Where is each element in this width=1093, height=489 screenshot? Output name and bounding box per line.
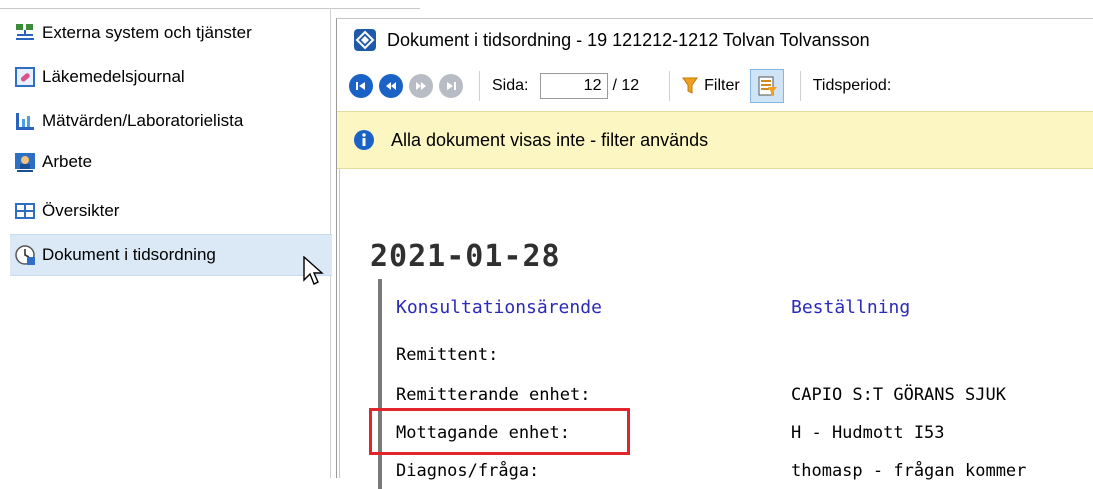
document-type[interactable]: Konsultationsärende [396, 297, 602, 318]
measurements-icon [14, 110, 36, 132]
document-content: 2021-01-28 Konsultationsärende Beställni… [339, 169, 1093, 489]
document-date: 2021-01-28 [370, 239, 561, 274]
page-number-input[interactable] [540, 73, 609, 99]
previous-page-icon[interactable] [379, 74, 403, 98]
divider [479, 71, 480, 101]
field-label: Mottagande enhet: [396, 423, 570, 443]
sidebar: Externa system och tjänster Läkemedelsjo… [0, 0, 420, 478]
next-page-icon[interactable] [409, 74, 433, 98]
work-icon [14, 151, 36, 173]
document-timeline-icon [14, 244, 36, 266]
sidebar-item-label: Läkemedelsjournal [42, 67, 185, 86]
page-total: / 12 [612, 77, 640, 94]
info-message: Alla dokument visas inte - filter använd… [391, 129, 709, 150]
filter-button[interactable]: Filter [682, 77, 740, 95]
sidebar-item-externa-system[interactable]: Externa system och tjänster [14, 18, 252, 48]
info-bar: Alla dokument visas inte - filter använd… [337, 111, 1093, 169]
field-value: thomasp - frågan kommer [791, 461, 1027, 481]
toolbar: Sida: / 12 Filter Tidsperiod: [337, 61, 1093, 111]
field-label: Diagnos/fråga: [396, 461, 540, 481]
document-window: Dokument i tidsordning - 19 121212-1212 … [336, 18, 1093, 489]
app-icon [353, 28, 377, 52]
sidebar-item-label: Mätvärden/Laboratorielista [42, 111, 244, 130]
divider [669, 71, 671, 101]
sidebar-item-label: Dokument i tidsordning [42, 245, 216, 264]
divider [0, 8, 420, 9]
first-page-icon[interactable] [349, 74, 373, 98]
sidebar-item-label: Översikter [42, 201, 120, 220]
field-label: Remittent: [396, 345, 499, 365]
last-page-icon[interactable] [439, 74, 463, 98]
network-icon [14, 22, 36, 44]
field-value: CAPIO S:T GÖRANS SJUK [791, 385, 1006, 405]
document-subtype[interactable]: Beställning [791, 297, 910, 318]
divider [799, 71, 801, 101]
window-title: Dokument i tidsordning - 19 121212-1212 … [387, 29, 870, 50]
sidebar-item-lakemedelsjournal[interactable]: Läkemedelsjournal [14, 62, 185, 92]
field-label: Remitterande enhet: [396, 385, 591, 405]
medication-journal-icon [14, 66, 36, 88]
document-filter-icon [756, 75, 778, 97]
sidebar-item-arbete[interactable]: Arbete [14, 147, 92, 177]
sidebar-item-label: Arbete [42, 152, 93, 171]
sidebar-item-label: Externa system och tjänster [42, 23, 252, 42]
filter-label: Filter [704, 77, 740, 94]
filter-icon [682, 77, 699, 95]
sidebar-item-dokument-i-tidsordning[interactable]: Dokument i tidsordning [10, 234, 332, 276]
page-label: Sida: [492, 77, 529, 94]
field-value: H - Hudmott I53 [791, 423, 945, 443]
window-titlebar: Dokument i tidsordning - 19 121212-1212 … [337, 19, 1093, 61]
mouse-pointer-icon [303, 255, 325, 293]
sidebar-item-oversikter[interactable]: Översikter [14, 196, 119, 226]
period-label: Tidsperiod: [812, 77, 892, 94]
section-bar [378, 279, 382, 489]
info-icon [353, 129, 375, 151]
filter-settings-toggle[interactable] [749, 69, 784, 103]
overview-icon [14, 200, 36, 222]
sidebar-item-matvarden[interactable]: Mätvärden/Laboratorielista [14, 106, 243, 136]
